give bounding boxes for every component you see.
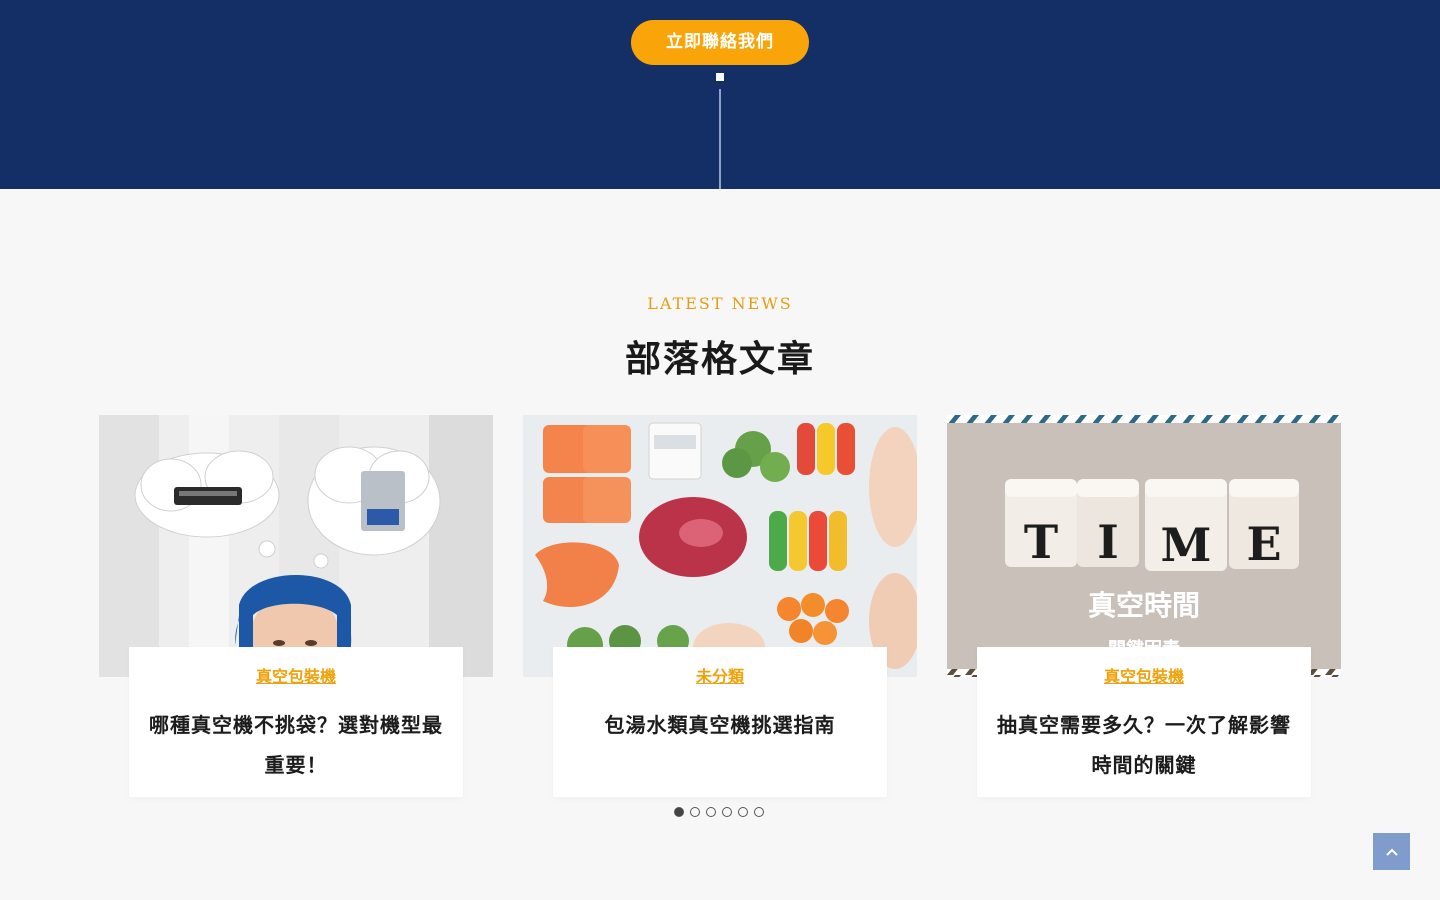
chevron-up-icon (1385, 848, 1398, 856)
post-category-link[interactable]: 真空包裝機 (256, 663, 336, 687)
blog-card[interactable]: 真空包裝機 哪種真空機不挑袋？選對機型最重要！ (99, 415, 493, 797)
blog-card[interactable]: 未分類 包湯水類真空機挑選指南 (523, 415, 917, 797)
post-summary: 真空包裝機 哪種真空機不挑袋？選對機型最重要！ (129, 647, 463, 797)
banner-dot-marker (716, 73, 724, 81)
post-summary: 真空包裝機 抽真空需要多久？一次了解影響時間的關鍵 (977, 647, 1311, 797)
post-category-link[interactable]: 真空包裝機 (1104, 663, 1184, 687)
post-category-link[interactable]: 未分類 (696, 663, 744, 687)
post-title-link[interactable]: 抽真空需要多久？一次了解影響時間的關鍵 (997, 705, 1291, 785)
carousel-dot-1[interactable] (674, 807, 684, 817)
post-thumbnail[interactable] (523, 415, 917, 677)
post-title-link[interactable]: 哪種真空機不挑袋？選對機型最重要！ (149, 705, 443, 785)
contact-banner: 立即聯絡我們 (0, 0, 1440, 189)
back-to-top-button[interactable] (1373, 833, 1410, 870)
carousel-dot-6[interactable] (754, 807, 764, 817)
svg-text:T: T (1024, 515, 1058, 569)
blog-card[interactable]: T I M E 真空時間 關鍵因素 真空包裝機 抽真空需要多久？一次了解影響時間… (947, 415, 1341, 797)
section-eyebrow: LATEST NEWS (647, 294, 793, 313)
carousel-dot-3[interactable] (706, 807, 716, 817)
carousel-pagination (674, 807, 764, 819)
carousel-dot-5[interactable] (738, 807, 748, 817)
contact-us-button[interactable]: 立即聯絡我們 (631, 20, 809, 65)
post-thumbnail[interactable] (99, 415, 493, 677)
svg-text:I: I (1097, 515, 1119, 569)
banner-divider-line (719, 89, 721, 189)
post-thumbnail[interactable]: T I M E 真空時間 關鍵因素 (947, 415, 1341, 677)
carousel-dot-4[interactable] (722, 807, 732, 817)
post-title-link[interactable]: 包湯水類真空機挑選指南 (573, 705, 867, 745)
carousel-dot-2[interactable] (690, 807, 700, 817)
section-title: 部落格文章 (624, 338, 815, 380)
thumbnail-caption: 真空時間 (1088, 589, 1200, 622)
post-summary: 未分類 包湯水類真空機挑選指南 (553, 647, 887, 797)
svg-text:M: M (1161, 518, 1212, 572)
svg-text:E: E (1246, 517, 1281, 571)
